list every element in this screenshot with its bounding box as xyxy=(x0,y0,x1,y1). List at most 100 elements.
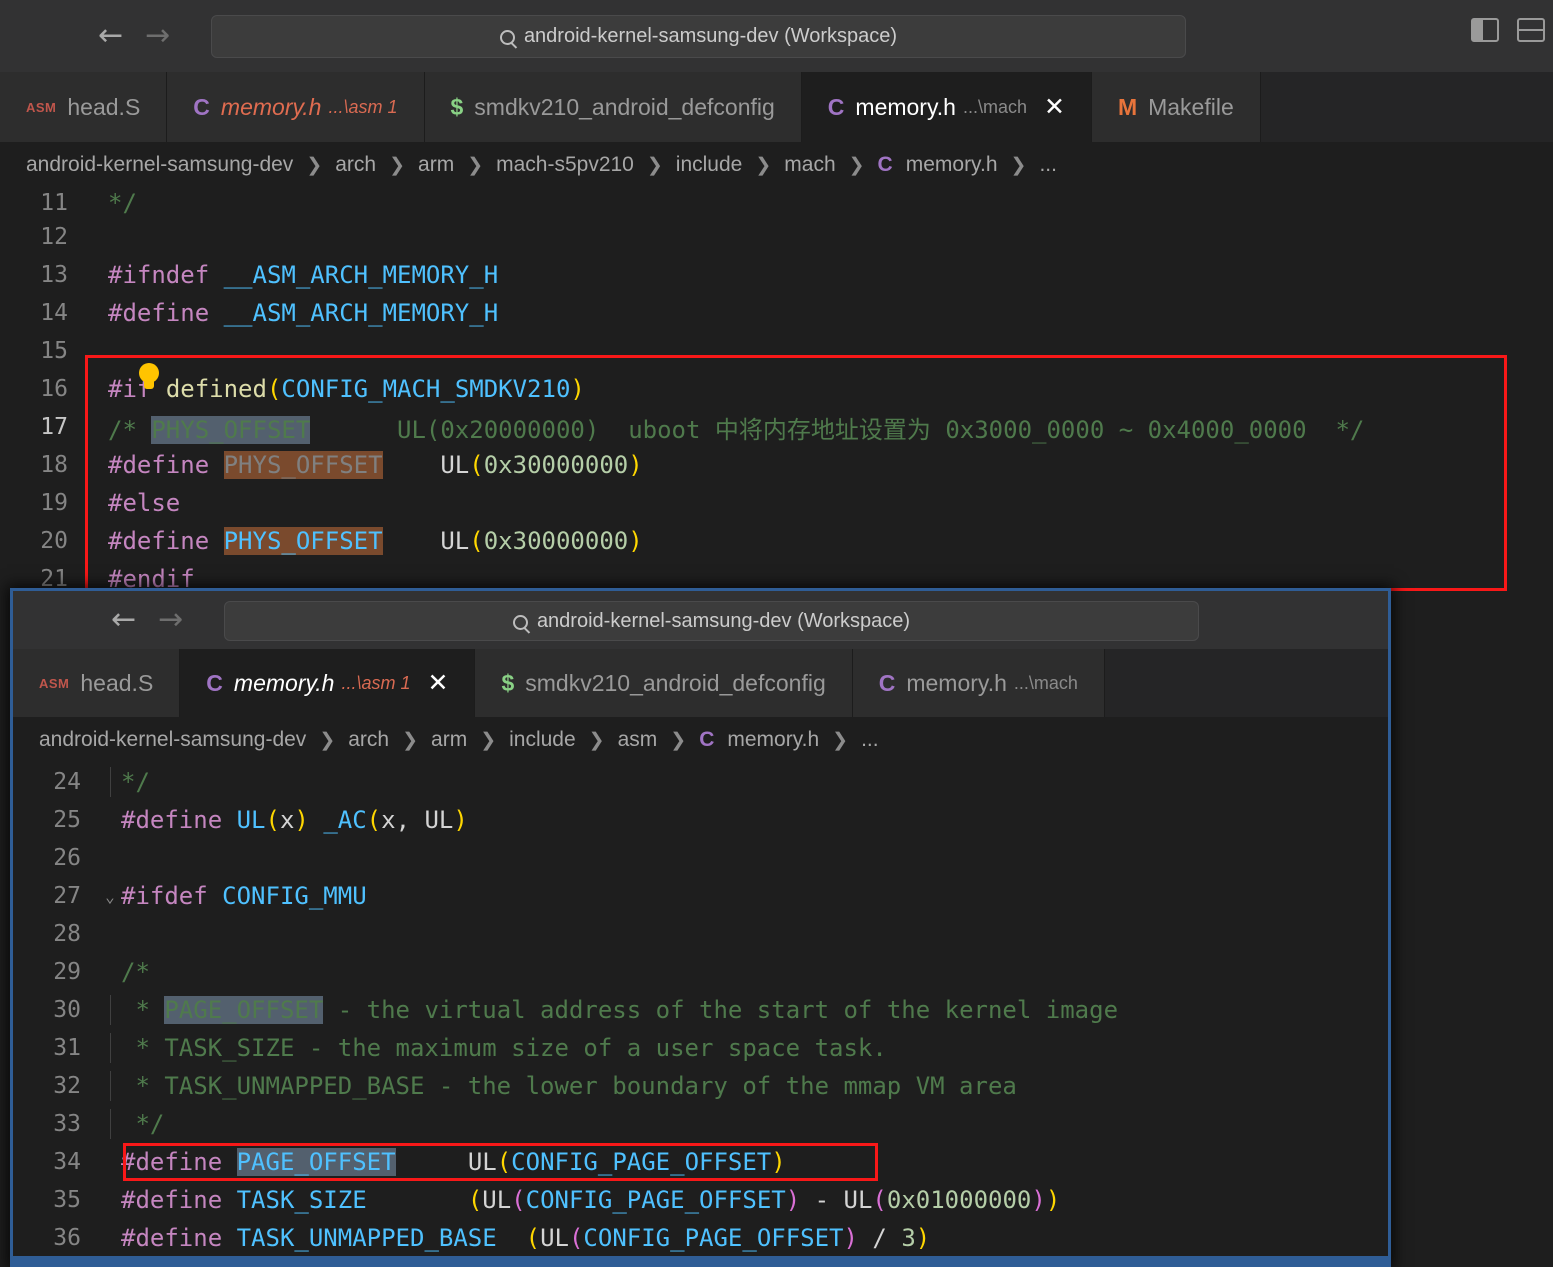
token-preprocessor: #define xyxy=(121,1224,223,1252)
code-line: 15 xyxy=(0,332,1553,370)
code-line: 11 */ xyxy=(0,188,1553,218)
breadcrumb-item[interactable]: mach-s5pv210 xyxy=(496,153,634,177)
breadcrumb-item[interactable]: include xyxy=(509,728,576,752)
toggle-primary-sidebar-icon[interactable] xyxy=(1471,18,1499,42)
token-paren: ) xyxy=(453,806,468,834)
breadcrumb-item[interactable]: arch xyxy=(348,728,389,752)
code-line: 36 #define TASK_UNMAPPED_BASE (UL(CONFIG… xyxy=(13,1219,1388,1257)
close-icon[interactable]: ✕ xyxy=(1044,94,1065,120)
token-function: defined xyxy=(165,375,267,403)
fold-gutter xyxy=(99,1033,121,1063)
c-file-icon: C xyxy=(877,153,893,176)
line-number: 33 xyxy=(53,1111,81,1137)
breadcrumb-item[interactable]: arm xyxy=(418,153,454,177)
token-paren: ) xyxy=(771,1148,786,1176)
line-number: 36 xyxy=(53,1225,81,1251)
tab-path-label: ...\asm 1 xyxy=(328,96,398,117)
breadcrumb-tail[interactable]: ... xyxy=(861,728,879,752)
line-number: 32 xyxy=(53,1073,81,1099)
line-content: */ xyxy=(108,189,137,217)
code-line: 19 #else xyxy=(0,484,1553,522)
line-number: 31 xyxy=(53,1035,81,1061)
line-content: */ xyxy=(121,768,150,796)
chevron-down-icon[interactable]: ⌄ xyxy=(99,887,121,906)
line-number: 27 xyxy=(53,883,81,909)
arrow-right-icon[interactable]: → xyxy=(158,605,183,635)
token-paren: ) xyxy=(294,806,309,834)
tab-memory-h-asm[interactable]: C memory.h ...\asm 1 ✕ xyxy=(180,649,476,717)
chevron-right-icon: ❯ xyxy=(319,729,336,751)
search-input-value: android-kernel-samsung-dev (Workspace) xyxy=(536,609,911,632)
window1-tabbar: ASM head.S C memory.h ...\asm 1 $ smdkv2… xyxy=(0,72,1553,142)
close-icon[interactable]: ✕ xyxy=(428,670,449,696)
breadcrumb-file[interactable]: memory.h xyxy=(727,728,819,752)
vscode-window-front[interactable]: ← → android-kernel-samsung-dev (Workspac… xyxy=(10,588,1391,1267)
token-macro-arg: CONFIG_PAGE_OFFSET xyxy=(511,1148,772,1176)
tab-path-label: ...\mach xyxy=(962,96,1027,117)
code-line: 20 #define PHYS_OFFSET UL(0x30000000) xyxy=(0,522,1553,560)
line-number: 26 xyxy=(53,845,81,871)
window-bottom-border xyxy=(13,1256,1388,1264)
breadcrumb-item[interactable]: arm xyxy=(431,728,467,752)
line-number: 19 xyxy=(40,490,68,516)
breadcrumb-tail[interactable]: ... xyxy=(1039,153,1057,177)
tab-smdkv210-android-defconfig[interactable]: $ smdkv210_android_defconfig xyxy=(424,72,802,142)
breadcrumb-file[interactable]: memory.h xyxy=(906,153,998,177)
tab-memory-h-mach[interactable]: C memory.h ...\mach ✕ xyxy=(801,72,1092,142)
token-preprocessor: #define xyxy=(108,451,210,479)
c-file-icon: C xyxy=(878,669,896,696)
token-preprocessor: #ifdef xyxy=(121,882,208,910)
breadcrumb-item[interactable]: mach xyxy=(784,153,835,177)
line-number: 30 xyxy=(53,997,81,1023)
breadcrumb-item[interactable]: arch xyxy=(335,153,376,177)
tab-label: head.S xyxy=(67,93,141,120)
line-number: 15 xyxy=(40,338,68,364)
command-center-search[interactable]: android-kernel-samsung-dev (Workspace) xyxy=(211,15,1186,58)
tab-head-s[interactable]: ASM head.S xyxy=(13,649,181,717)
quick-fix-lightbulb-icon[interactable] xyxy=(139,363,159,389)
code-line: 26 xyxy=(13,839,1388,877)
line-content: #if defined(CONFIG_MACH_SMDKV210) xyxy=(108,375,1553,403)
command-center-search[interactable]: android-kernel-samsung-dev (Workspace) xyxy=(224,601,1199,641)
breadcrumb-item[interactable]: android-kernel-samsung-dev xyxy=(39,728,306,752)
navigation-arrows: ← → xyxy=(98,21,170,51)
c-file-icon: C xyxy=(206,669,223,696)
tab-smdkv210-android-defconfig[interactable]: $ smdkv210_android_defconfig xyxy=(475,649,853,717)
line-number: 24 xyxy=(53,769,81,795)
line-content: /* xyxy=(121,958,150,986)
breadcrumb-item[interactable]: android-kernel-samsung-dev xyxy=(26,153,293,177)
token-symbol-highlight: PHYS_OFFSET xyxy=(223,527,383,555)
chevron-right-icon: ❯ xyxy=(588,729,605,751)
token-comment: /* xyxy=(108,415,152,444)
line-content: #define PAGE_OFFSET UL(CONFIG_PAGE_OFFSE… xyxy=(121,1148,1388,1176)
window2-editor[interactable]: 24 */ 25 #define UL(x) _AC(x, UL) 26 27 … xyxy=(13,763,1388,1263)
code-line: 27 ⌄ #ifdef CONFIG_MMU xyxy=(13,877,1388,915)
breadcrumb-item[interactable]: asm xyxy=(618,728,658,752)
tab-label: Makefile xyxy=(1148,93,1234,120)
line-content: #define TASK_SIZE (UL(CONFIG_PAGE_OFFSET… xyxy=(121,1186,1388,1214)
line-number: 14 xyxy=(40,300,68,326)
token-identifier: CONFIG_MMU xyxy=(222,882,367,910)
arrow-right-icon[interactable]: → xyxy=(145,21,170,51)
line-number: 18 xyxy=(40,452,68,478)
tab-makefile[interactable]: M Makefile xyxy=(1091,72,1261,142)
toggle-panel-icon[interactable] xyxy=(1517,18,1545,42)
window2-tabbar: ASM head.S C memory.h ...\asm 1 ✕ $ smdk… xyxy=(13,649,1388,717)
line-number: 20 xyxy=(40,528,68,554)
token-preprocessor: #define xyxy=(121,806,223,834)
token-symbol-highlight: PHYS_OFFSET xyxy=(223,451,383,479)
fold-gutter xyxy=(99,1071,121,1101)
tab-label: memory.h xyxy=(855,93,956,120)
token-symbol-highlight: PAGE_OFFSET xyxy=(236,1148,396,1176)
arrow-left-icon[interactable]: ← xyxy=(111,605,136,635)
breadcrumb-item[interactable]: include xyxy=(676,153,743,177)
tab-memory-h-asm[interactable]: C memory.h ...\asm 1 xyxy=(167,72,425,142)
token-preprocessor: #ifndef xyxy=(108,261,210,289)
line-number: 12 xyxy=(40,224,68,250)
token-param: x xyxy=(279,806,295,834)
chevron-right-icon: ❯ xyxy=(480,729,497,751)
tab-memory-h-mach[interactable]: C memory.h ...\mach xyxy=(852,649,1105,717)
search-icon xyxy=(512,614,528,630)
tab-head-s[interactable]: ASM head.S xyxy=(0,72,168,142)
arrow-left-icon[interactable]: ← xyxy=(98,21,123,51)
